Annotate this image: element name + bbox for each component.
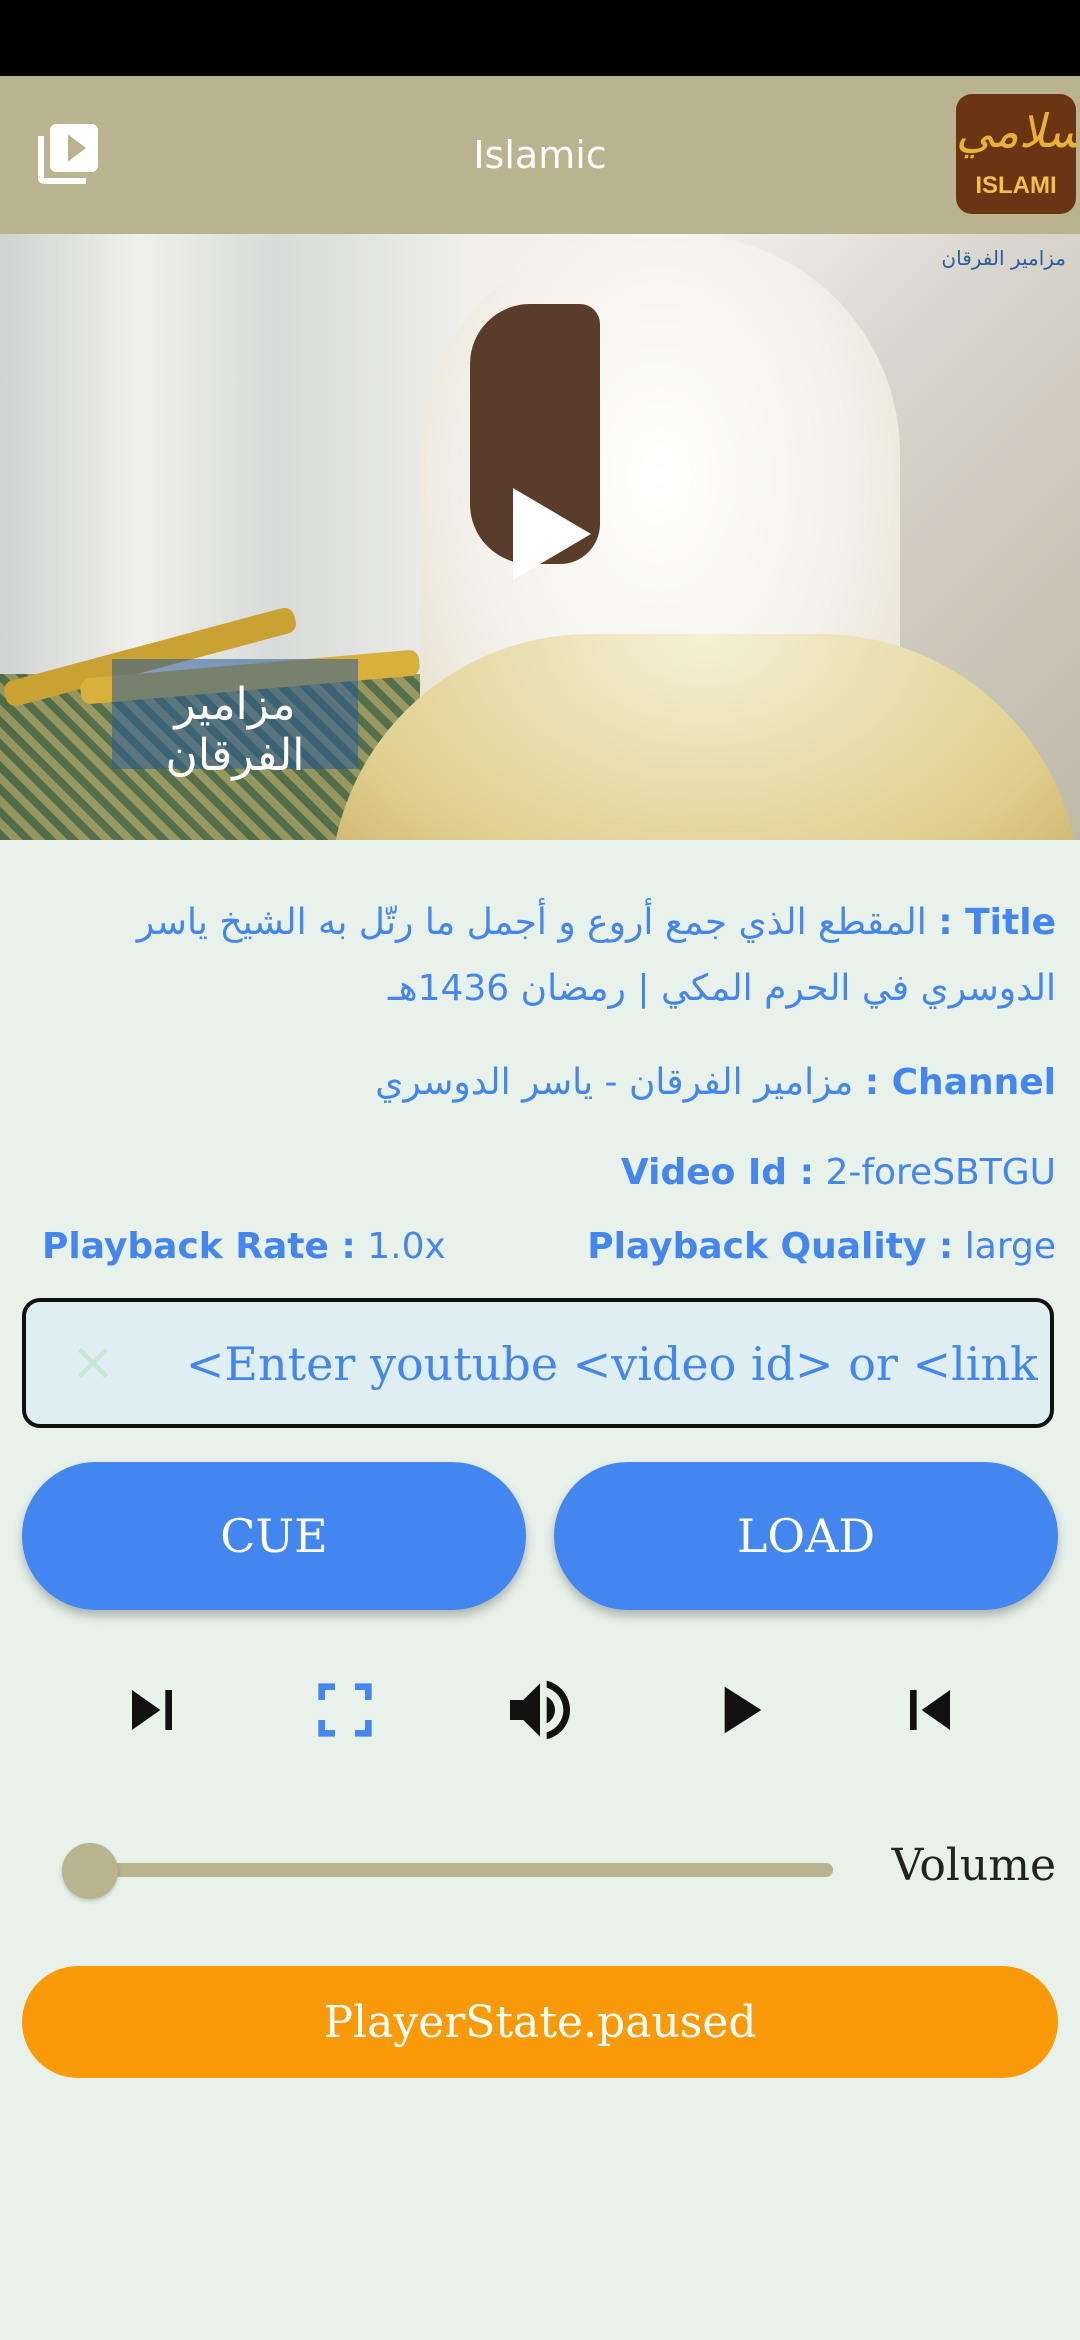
logo-script: إسلامي	[956, 104, 1076, 158]
clear-icon[interactable]	[70, 1340, 116, 1386]
video-id-input[interactable]	[136, 1302, 1040, 1426]
playback-rate-row: Playback Rate : 1.0x	[42, 1222, 446, 1272]
title-value: المقطع الذي جمع أروع و أجمل ما رتّل به ا…	[136, 902, 1056, 1009]
volume-label: Volume	[891, 1840, 1056, 1891]
video-id-input-box	[22, 1298, 1054, 1428]
volume-slider-thumb[interactable]	[62, 1843, 118, 1899]
play-icon[interactable]	[698, 1670, 778, 1750]
cue-button[interactable]: CUE	[22, 1462, 526, 1610]
playback-rate-value: 1.0x	[367, 1226, 446, 1267]
logo-text: ISLAMI	[975, 172, 1057, 199]
video-caption: مزامير الفرقان	[165, 679, 305, 781]
video-play-icon[interactable]	[505, 484, 595, 584]
skip-previous-icon[interactable]	[890, 1670, 970, 1750]
app-logo: إسلامي ISLAMI	[956, 94, 1076, 214]
video-watermark: مزامير الفرقان	[941, 246, 1066, 270]
channel-value: مزامير الفرقان - ياسر الدوسري	[375, 1062, 854, 1103]
playback-quality-value: large	[964, 1226, 1056, 1267]
app-bar: Islamic إسلامي ISLAMI	[0, 76, 1080, 234]
load-button[interactable]: LOAD	[554, 1462, 1058, 1610]
video-id-row: Video Id : 2-foreSBTGU	[40, 1148, 1056, 1198]
playback-quality-row: Playback Quality : large	[587, 1222, 1056, 1272]
video-player[interactable]: مزامير الفرقان مزامير الفرقان	[0, 234, 1080, 840]
video-title-row: Title : المقطع الذي جمع أروع و أجمل ما ر…	[40, 890, 1056, 1022]
playback-rate-label: Playback Rate :	[42, 1226, 356, 1267]
title-label: Title :	[938, 902, 1056, 943]
skip-next-icon[interactable]	[112, 1670, 192, 1750]
player-controls	[0, 1670, 1080, 1750]
video-id-label: Video Id :	[620, 1152, 814, 1193]
player-state-badge: PlayerState.paused	[22, 1966, 1058, 2078]
video-id-value: 2-foreSBTGU	[825, 1152, 1056, 1193]
status-bar	[0, 0, 1080, 76]
channel-row: Channel : مزامير الفرقان - ياسر الدوسري	[40, 1058, 1056, 1108]
volume-slider-track[interactable]	[88, 1863, 833, 1877]
fullscreen-icon[interactable]	[305, 1670, 385, 1750]
channel-label: Channel :	[864, 1062, 1056, 1103]
app-title: Islamic	[473, 133, 607, 177]
playback-quality-label: Playback Quality :	[587, 1226, 954, 1267]
volume-icon[interactable]	[500, 1670, 580, 1750]
